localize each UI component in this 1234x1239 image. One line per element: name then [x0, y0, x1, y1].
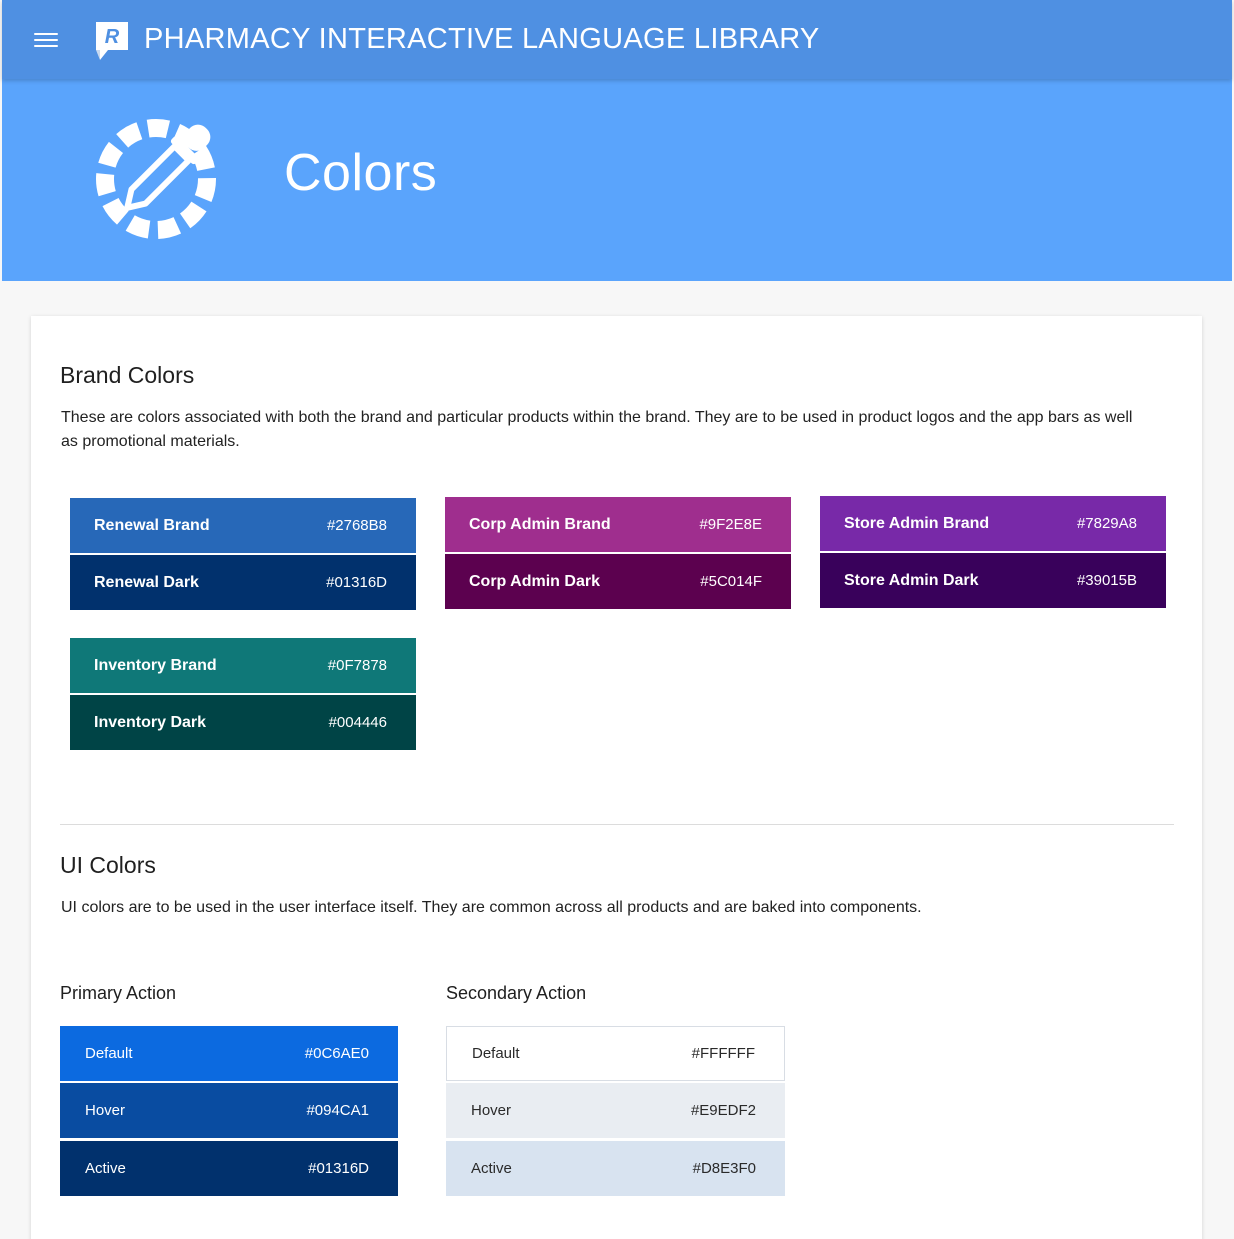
swatch-store-admin-brand: Store Admin Brand #7829A8: [820, 496, 1166, 551]
swatch-label: Corp Admin Dark: [469, 572, 600, 590]
swatch-inventory-brand: Inventory Brand #0F7878: [70, 638, 416, 693]
brand-colors-title: Brand Colors: [60, 362, 195, 388]
swatch-hex: #39015B: [1076, 572, 1137, 589]
swatch-renewal-brand: Renewal Brand #2768B8: [70, 498, 416, 553]
swatch-label: Store Admin Dark: [844, 571, 979, 589]
swatch-label: Corp Admin Brand: [469, 515, 611, 533]
page-title: Colors: [284, 144, 438, 202]
swatch-label: Inventory Dark: [94, 713, 207, 731]
swatch-primary-hover: Hover #094CA1: [60, 1083, 398, 1138]
swatch-corp-admin-brand: Corp Admin Brand #9F2E8E: [445, 497, 791, 552]
swatch-hex: #2768B8: [326, 517, 387, 534]
content-card: Brand Colors These are colors associated…: [31, 316, 1202, 1239]
swatch-hex: #0C6AE0: [304, 1045, 369, 1062]
swatch-hex: #FFFFFF: [691, 1045, 755, 1062]
swatch-hex: #01316D: [308, 1160, 369, 1177]
eyedropper-icon: [96, 119, 216, 239]
ui-colors-title: UI Colors: [60, 852, 156, 878]
swatch-label: Default: [472, 1045, 520, 1062]
ui-colors-description: UI colors are to be used in the user int…: [61, 899, 922, 916]
app-bar: R PHARMACY INTERACTIVE LANGUAGE LIBRARY: [2, 0, 1232, 79]
primary-action-title: Primary Action: [60, 983, 177, 1003]
swatch-hex: #D8E3F0: [692, 1160, 756, 1177]
app-title: PHARMACY INTERACTIVE LANGUAGE LIBRARY: [144, 23, 820, 55]
swatch-secondary-default: Default #FFFFFF: [446, 1026, 785, 1081]
swatch-label: Default: [85, 1045, 133, 1062]
swatch-primary-active: Active #01316D: [60, 1141, 398, 1196]
swatch-label: Hover: [471, 1102, 512, 1119]
swatch-hex: #0F7878: [327, 657, 387, 674]
menu-icon[interactable]: [34, 31, 58, 49]
logo-letter: R: [105, 26, 120, 48]
swatch-label: Active: [471, 1160, 512, 1177]
hero-banner: Colors: [2, 79, 1232, 281]
brand-colors-description: These are colors associated with both th…: [61, 409, 1133, 450]
swatch-hex: #E9EDF2: [690, 1102, 756, 1119]
swatch-label: Store Admin Brand: [844, 514, 990, 532]
swatch-store-admin-dark: Store Admin Dark #39015B: [820, 553, 1166, 608]
logo-icon: R: [96, 21, 128, 60]
swatch-secondary-active: Active #D8E3F0: [446, 1141, 785, 1196]
swatch-hex: #9F2E8E: [699, 516, 762, 533]
swatch-primary-default: Default #0C6AE0: [60, 1026, 398, 1081]
swatch-inventory-dark: Inventory Dark #004446: [70, 695, 416, 750]
swatch-hex: #5C014F: [700, 573, 762, 590]
swatch-hex: #7829A8: [1076, 515, 1137, 532]
swatch-label: Hover: [85, 1102, 126, 1119]
swatch-hex: #094CA1: [306, 1102, 369, 1119]
swatch-label: Renewal Dark: [94, 573, 199, 591]
swatch-renewal-dark: Renewal Dark #01316D: [70, 555, 416, 610]
swatch-hex: #004446: [328, 714, 387, 731]
swatch-secondary-hover: Hover #E9EDF2: [446, 1083, 785, 1138]
swatch-hex: #01316D: [326, 574, 387, 591]
swatch-label: Renewal Brand: [94, 516, 210, 534]
section-divider: [60, 824, 1174, 825]
swatch-label: Active: [85, 1160, 126, 1177]
swatch-label: Inventory Brand: [94, 656, 217, 674]
swatch-corp-admin-dark: Corp Admin Dark #5C014F: [445, 554, 791, 609]
secondary-action-title: Secondary Action: [446, 983, 587, 1003]
